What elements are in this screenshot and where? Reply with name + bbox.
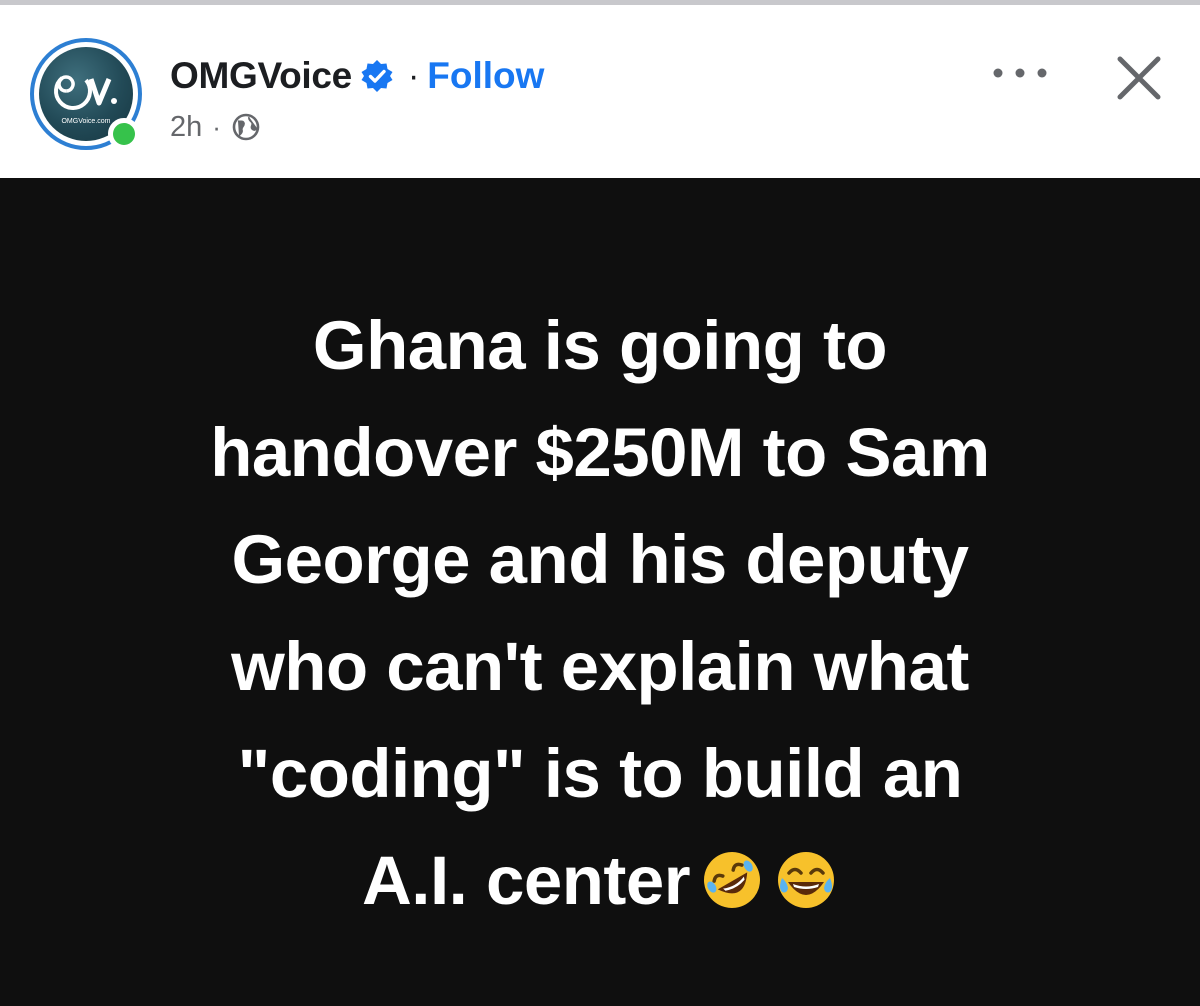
text-line: who can't explain what: [231, 628, 969, 705]
page-name[interactable]: OMGVoice: [170, 55, 352, 97]
text-line: Ghana is going to: [312, 307, 888, 384]
svg-text:OMGVoice.com: OMGVoice.com: [61, 118, 110, 125]
globe-icon: [232, 113, 260, 141]
text-line: "coding" is to build an: [237, 735, 963, 812]
text-line: George and his deputy: [231, 521, 969, 598]
post-header: OMGVoice.com OMGVoice · Follow 2h ·: [0, 5, 1200, 178]
post-timestamp[interactable]: 2h: [170, 111, 202, 144]
close-icon[interactable]: [1110, 49, 1168, 107]
follow-button[interactable]: Follow: [427, 55, 544, 97]
meta-separator: ·: [212, 111, 221, 142]
post-meta: 2h ·: [170, 109, 261, 145]
name-row: OMGVoice · Follow: [170, 53, 544, 99]
name-follow-separator: ·: [407, 56, 420, 95]
online-status-dot: [108, 118, 140, 150]
verified-badge-icon: [361, 60, 393, 92]
post-image-text: Ghana is going to handover $250M to Sam …: [40, 292, 1160, 934]
more-options-icon[interactable]: [990, 53, 1050, 93]
avatar[interactable]: OMGVoice.com: [30, 38, 142, 150]
rolling-on-floor-laughing-emoji: [704, 852, 761, 908]
text-line: handover $250M to Sam: [210, 414, 990, 491]
text-line: A.I. center: [361, 842, 691, 919]
tears-of-joy-emoji: [778, 852, 835, 908]
